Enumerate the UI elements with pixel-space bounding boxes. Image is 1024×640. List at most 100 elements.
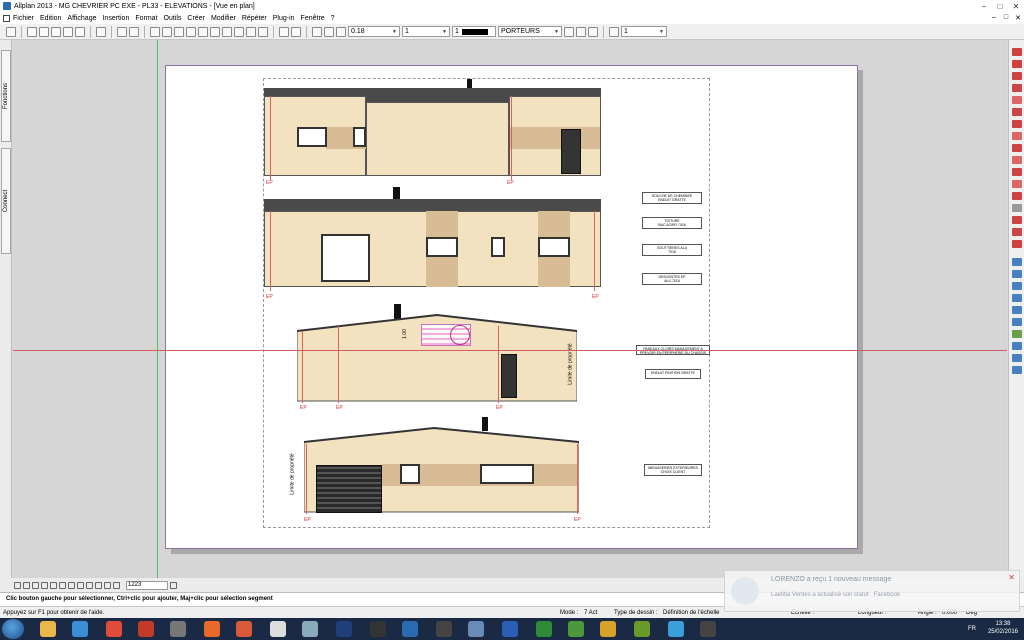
- tab-fonctions[interactable]: Fonctions: [1, 50, 11, 142]
- app-icon[interactable]: [370, 621, 386, 637]
- ie-icon[interactable]: [72, 621, 88, 637]
- line-type-select[interactable]: 1 ▼: [402, 26, 450, 37]
- menu-format[interactable]: Format: [135, 15, 157, 22]
- rotate-icon[interactable]: [1012, 132, 1022, 140]
- copy-icon[interactable]: [174, 26, 184, 37]
- zoom-input[interactable]: 1223: [126, 580, 168, 590]
- fill-icon[interactable]: [1012, 306, 1022, 314]
- new-file-icon[interactable]: [6, 26, 16, 37]
- cursor-icon[interactable]: [1012, 72, 1022, 80]
- menu-fenetre[interactable]: Fenêtre: [301, 15, 325, 22]
- app-icon[interactable]: [700, 621, 716, 637]
- sum-icon[interactable]: [1012, 342, 1022, 350]
- refresh-icon[interactable]: [104, 581, 111, 589]
- menu-plug-in[interactable]: Plug-in: [273, 15, 295, 22]
- grid-icon[interactable]: [258, 26, 268, 37]
- delete-icon[interactable]: [1012, 240, 1022, 248]
- allplan-taskbar-icon[interactable]: [468, 621, 484, 637]
- app-icon[interactable]: [668, 621, 684, 637]
- redo-icon[interactable]: [129, 26, 139, 37]
- select-icon[interactable]: [1012, 366, 1022, 374]
- minimize-button[interactable]: –: [976, 2, 992, 11]
- break-icon[interactable]: [1012, 228, 1022, 236]
- screen-icon[interactable]: [96, 26, 106, 37]
- globe-icon[interactable]: [279, 26, 289, 37]
- fillet-icon[interactable]: [1012, 192, 1022, 200]
- measure-icon[interactable]: [1012, 258, 1022, 266]
- excel-icon[interactable]: [536, 621, 552, 637]
- cut-icon[interactable]: [162, 26, 172, 37]
- pen-thickness-select[interactable]: 0.18 ▼: [348, 26, 400, 37]
- menu-affichage[interactable]: Affichage: [67, 15, 96, 22]
- copy-icon[interactable]: [1012, 108, 1022, 116]
- doc-restore-button[interactable]: □: [1000, 14, 1012, 22]
- next-view-icon[interactable]: [95, 581, 102, 589]
- regen-icon[interactable]: [68, 581, 75, 589]
- scissors-icon[interactable]: [198, 26, 208, 37]
- save-icon[interactable]: [51, 26, 61, 37]
- pin-icon[interactable]: [588, 26, 598, 37]
- menu-repeter[interactable]: Répéter: [242, 15, 267, 22]
- pattern-icon[interactable]: [609, 26, 619, 37]
- notification-toast[interactable]: LORENZO a reçu 1 nouveau message Laetiti…: [724, 570, 1020, 612]
- open-file-icon[interactable]: [39, 26, 49, 37]
- menu-outils[interactable]: Outils: [164, 15, 182, 22]
- app-icon[interactable]: [436, 621, 452, 637]
- join-icon[interactable]: [1012, 216, 1022, 224]
- chevron-down-icon[interactable]: [170, 581, 177, 589]
- pencil-icon[interactable]: [324, 26, 334, 37]
- app-icon[interactable]: [138, 621, 154, 637]
- previous-view-icon[interactable]: [86, 581, 93, 589]
- document-icon[interactable]: [3, 14, 10, 22]
- pan-icon[interactable]: [50, 581, 57, 589]
- menu-modifier[interactable]: Modifier: [211, 15, 236, 22]
- skype-icon[interactable]: [402, 621, 418, 637]
- menu-help[interactable]: ?: [331, 15, 335, 22]
- undo-icon[interactable]: [117, 26, 127, 37]
- filter-icon[interactable]: [1012, 318, 1022, 326]
- doc-close-button[interactable]: ✕: [1012, 14, 1024, 22]
- zoom-window-icon[interactable]: [32, 581, 39, 589]
- start-button[interactable]: [2, 619, 24, 639]
- menu-creer[interactable]: Créer: [187, 15, 205, 22]
- app-icon[interactable]: [634, 621, 650, 637]
- pencil-icon[interactable]: [1012, 60, 1022, 68]
- drawing-type-value[interactable]: Définition de l'échelle: [663, 610, 720, 616]
- app-icon[interactable]: [236, 621, 252, 637]
- color-select[interactable]: 1: [452, 26, 496, 37]
- mirror-icon[interactable]: [1012, 144, 1022, 152]
- line-icon[interactable]: [336, 26, 346, 37]
- word-icon[interactable]: [502, 621, 518, 637]
- clipboard-icon[interactable]: [222, 26, 232, 37]
- snap-icon[interactable]: [1012, 330, 1022, 338]
- menu-fichier[interactable]: Fichier: [13, 15, 34, 22]
- camera-icon[interactable]: [113, 581, 120, 589]
- pin-icon[interactable]: [1012, 84, 1022, 92]
- menu-insertion[interactable]: Insertion: [102, 15, 129, 22]
- explorer-icon[interactable]: [40, 621, 56, 637]
- zoom-out-icon[interactable]: [41, 581, 48, 589]
- hatch-icon[interactable]: [1012, 294, 1022, 302]
- text-icon[interactable]: [1012, 282, 1022, 290]
- properties-icon[interactable]: [234, 26, 244, 37]
- offset-icon[interactable]: [1012, 180, 1022, 188]
- stretch-icon[interactable]: [1012, 168, 1022, 176]
- layer-select[interactable]: PORTEURS ▼: [498, 26, 562, 37]
- view-icon[interactable]: [77, 581, 84, 589]
- pen-icon[interactable]: [312, 26, 322, 37]
- notification-close-button[interactable]: ✕: [1008, 573, 1015, 582]
- eraser-icon[interactable]: [1012, 48, 1022, 56]
- app-icon[interactable]: [302, 621, 318, 637]
- clock[interactable]: 13:38 25/02/2016: [988, 620, 1018, 636]
- delete-icon[interactable]: [150, 26, 160, 37]
- chrome-icon[interactable]: [106, 621, 122, 637]
- trim-icon[interactable]: [1012, 96, 1022, 104]
- print-preview-icon[interactable]: [75, 26, 85, 37]
- menu-edition[interactable]: Edition: [40, 15, 61, 22]
- pattern-select[interactable]: 1 ▼: [621, 26, 667, 37]
- print-icon[interactable]: [63, 26, 73, 37]
- app-icon[interactable]: [170, 621, 186, 637]
- lightbulb-icon[interactable]: [576, 26, 586, 37]
- zoom-in-icon[interactable]: [23, 581, 30, 589]
- drawing-canvas[interactable]: EP EP EP EP 1.00 EP EP EP Limite de prop…: [13, 40, 1007, 578]
